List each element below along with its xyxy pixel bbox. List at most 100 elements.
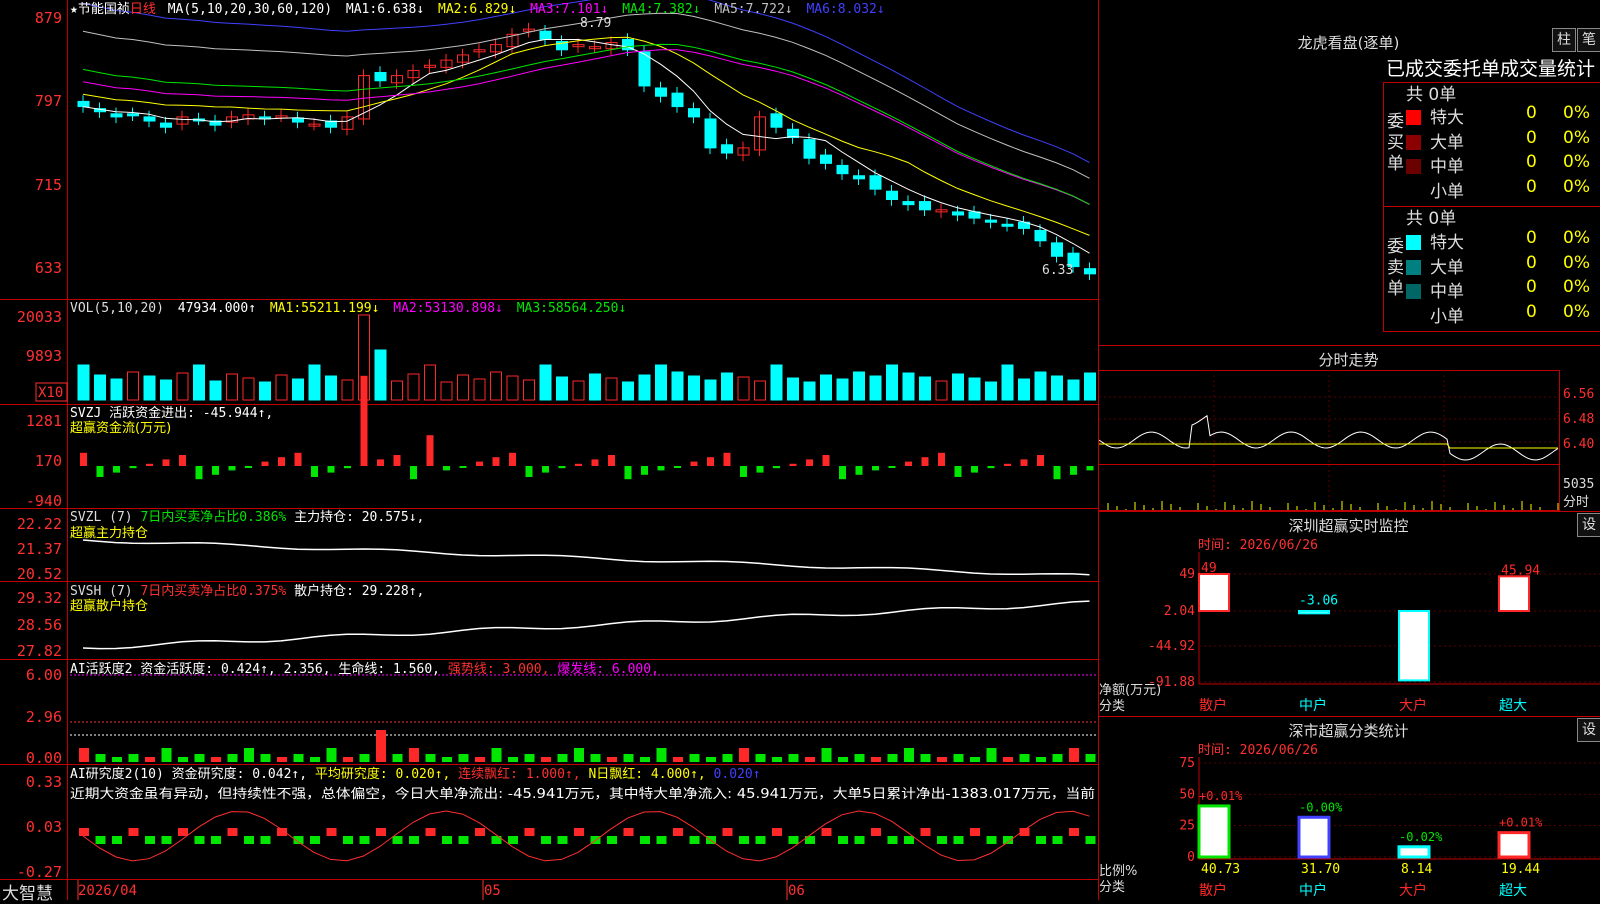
svzj-bar bbox=[855, 466, 863, 475]
panel-frames bbox=[0, 0, 1099, 900]
research-bar bbox=[244, 836, 254, 844]
volume-bar bbox=[209, 380, 222, 401]
activity-bar bbox=[1069, 748, 1079, 762]
svzj-bar bbox=[1070, 466, 1077, 475]
svzj-bar bbox=[707, 457, 714, 466]
candlestick-series bbox=[77, 22, 1096, 281]
research-bar bbox=[343, 836, 353, 844]
intraday-price-line bbox=[1099, 414, 1559, 461]
stat-tabs[interactable]: 已成交委托单成交量统计 bbox=[1386, 54, 1595, 81]
candle-body bbox=[77, 100, 90, 108]
activity-bar bbox=[772, 757, 782, 762]
activity-bar bbox=[277, 757, 287, 762]
volume-bar bbox=[556, 376, 568, 401]
svzj-bar bbox=[360, 375, 368, 466]
volume-bar bbox=[952, 373, 964, 401]
svzj-bar bbox=[1020, 459, 1028, 466]
intraday-unit: 分时 bbox=[1563, 495, 1589, 510]
volume-bar bbox=[853, 371, 865, 401]
activity-bar bbox=[755, 754, 766, 762]
activity-bar bbox=[953, 754, 964, 762]
volume-bar bbox=[1034, 371, 1047, 401]
research-bar bbox=[376, 828, 386, 836]
research-bar bbox=[739, 836, 749, 844]
activity-bar bbox=[706, 757, 716, 762]
stat-change-label: -0.00% bbox=[1299, 800, 1343, 814]
svzl-line bbox=[82, 539, 1090, 576]
volume-bar bbox=[671, 371, 684, 401]
candle-body bbox=[803, 139, 816, 159]
research-bar bbox=[442, 836, 452, 844]
monitor-category-label: 超大 bbox=[1499, 698, 1527, 714]
svzj-bar bbox=[756, 466, 764, 473]
row-label: 中单 bbox=[1430, 157, 1464, 177]
svzj-bar bbox=[393, 455, 401, 466]
research-bar bbox=[194, 836, 205, 844]
bar-mode-button[interactable]: 柱 bbox=[1552, 28, 1576, 52]
monitor-tick: 49 bbox=[1179, 567, 1195, 582]
activity-bar bbox=[343, 757, 353, 762]
volume-bar bbox=[176, 372, 189, 401]
research-bar bbox=[755, 836, 766, 844]
color-swatch bbox=[1406, 159, 1421, 174]
y-tick-797: 797 bbox=[35, 92, 62, 110]
activity-bar bbox=[871, 757, 881, 762]
activity-bar bbox=[211, 757, 221, 762]
intraday-chart[interactable]: 6.56 6.48 6.40 5035 分时 bbox=[1099, 370, 1600, 511]
research-bar bbox=[541, 836, 551, 844]
buy-row: 小单 0 0% bbox=[1406, 177, 1600, 202]
activity-bar bbox=[178, 757, 188, 762]
stat-change-label: +0.01% bbox=[1499, 816, 1543, 830]
candle-body bbox=[853, 175, 865, 180]
svzj-bar bbox=[228, 466, 236, 471]
volume-bar bbox=[490, 371, 502, 401]
buy-total: 共 0单 bbox=[1406, 85, 1457, 105]
candle-body bbox=[770, 113, 783, 128]
stat-time: 时间: 2026/06/26 bbox=[1198, 743, 1318, 758]
research-bar bbox=[1069, 828, 1079, 836]
tick-mode-button[interactable]: 笔 bbox=[1577, 28, 1600, 52]
volume-bar bbox=[308, 364, 321, 401]
ai2-comment: 近期大资金虽有异动，但持续性不强，总体偏空，今日大单净流出: -45.941万元… bbox=[70, 786, 1095, 802]
stat-value-label: 31.70 bbox=[1301, 862, 1340, 877]
ma-lines bbox=[82, 0, 1090, 254]
candle-body bbox=[374, 71, 387, 82]
monitor-time: 时间: 2026/06/26 bbox=[1198, 538, 1318, 553]
research-bar bbox=[887, 836, 898, 844]
holding-line bbox=[82, 600, 1090, 650]
svzj-bar bbox=[525, 466, 533, 477]
research-bar bbox=[937, 836, 947, 844]
candle-body bbox=[671, 92, 684, 108]
y-tick-879: 879 bbox=[35, 9, 62, 27]
svzj-tick-1: 1281 bbox=[26, 412, 62, 430]
activity-bar bbox=[986, 748, 997, 762]
svzj-bar bbox=[987, 466, 995, 469]
kline-chart-area[interactable]: 879 797 715 633 20033 9893 1281 170 -940… bbox=[0, 0, 1100, 900]
vol-tick-2: 9893 bbox=[26, 347, 62, 365]
ai1-tick-3: 0.00 bbox=[26, 749, 62, 767]
ai2-tick-1: 0.33 bbox=[26, 773, 62, 791]
volume-bar bbox=[275, 374, 288, 401]
research-bar bbox=[161, 836, 172, 844]
svzj-bar bbox=[245, 466, 252, 468]
stat-category-label: 超大 bbox=[1499, 883, 1527, 899]
volume-bar bbox=[539, 364, 552, 401]
svzj-bar bbox=[872, 466, 879, 471]
research-bar bbox=[986, 836, 997, 844]
activity-bar bbox=[392, 754, 403, 762]
svzj-bar bbox=[591, 459, 599, 466]
candle-body bbox=[655, 87, 667, 97]
sell-row: 特大 0 0% bbox=[1406, 228, 1600, 253]
svzj-sub: 超赢资金流(万元) bbox=[70, 420, 171, 436]
y-tick-633: 633 bbox=[35, 259, 62, 277]
volume-bar bbox=[226, 373, 238, 401]
research-bar bbox=[640, 836, 650, 844]
candle-body bbox=[902, 201, 915, 206]
volume-bar bbox=[506, 375, 519, 401]
buy-row: 中单 0 0% bbox=[1406, 152, 1600, 177]
row-pct: 0% bbox=[1563, 252, 1590, 273]
volume-bar bbox=[919, 376, 931, 401]
research-bar bbox=[722, 828, 733, 836]
volume-bar bbox=[473, 378, 486, 401]
svzj-bar bbox=[1053, 466, 1061, 480]
